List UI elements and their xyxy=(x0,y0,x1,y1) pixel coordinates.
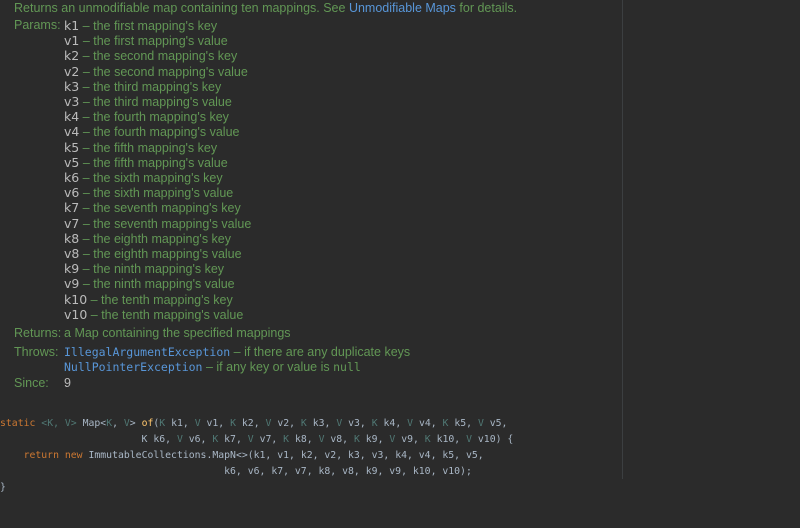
param-row: v6 – the sixth mapping's value xyxy=(64,185,233,201)
param-row: v2 – the second mapping's value xyxy=(64,64,248,80)
param-name: v4 xyxy=(64,124,80,140)
code-line-2: K k6, V v6, K k7, V v7, K k8, V v8, K k9… xyxy=(0,434,514,445)
param-row: k9 – the ninth mapping's key xyxy=(64,261,224,277)
returns-text: a Map containing the specified mappings xyxy=(64,326,291,340)
code-line-4: k6, v6, k7, v7, k8, v8, k9, v9, k10, v10… xyxy=(0,466,472,477)
unmodifiable-maps-link[interactable]: Unmodifiable Maps xyxy=(349,1,456,15)
summary-tail: for details. xyxy=(455,1,518,15)
param-name: v1 xyxy=(64,33,80,49)
param-row: k10 – the tenth mapping's key xyxy=(64,292,233,308)
params-label: Params: xyxy=(14,18,61,32)
param-row: k4 – the fourth mapping's key xyxy=(64,109,229,125)
param-row: k3 – the third mapping's key xyxy=(64,79,221,95)
param-name: v5 xyxy=(64,154,80,170)
param-name: k6 xyxy=(64,170,80,185)
throws-item-null-pointer: NullPointerException – if any key or val… xyxy=(64,360,361,374)
param-desc: – the tenth mapping's value xyxy=(87,307,244,322)
param-row: k8 – the eighth mapping's key xyxy=(64,231,231,247)
param-desc: – the first mapping's value xyxy=(79,34,228,49)
param-name: v8 xyxy=(64,246,80,261)
summary-text: Returns an unmodifiable map containing t… xyxy=(14,1,349,15)
param-desc: – the fourth mapping's key xyxy=(79,110,229,125)
param-desc: – the ninth mapping's key xyxy=(79,262,225,277)
param-desc: – the seventh mapping's value xyxy=(79,216,252,231)
param-desc: – the second mapping's key xyxy=(79,49,238,64)
code-line-5: } xyxy=(0,482,6,493)
param-desc: – the third mapping's key xyxy=(79,79,222,94)
param-name: k4 xyxy=(64,109,80,125)
illegal-argument-exception-link[interactable]: IllegalArgumentException xyxy=(64,345,230,359)
param-name: k5 xyxy=(64,139,80,155)
null-code: null xyxy=(333,360,361,374)
throws-item-illegal-argument: IllegalArgumentException – if there are … xyxy=(64,345,411,359)
param-desc: – the eighth mapping's value xyxy=(79,247,242,261)
code-editor[interactable]: Returns an unmodifiable map containing t… xyxy=(0,0,800,493)
code-line-1: static <K, V> Map<K, V> of(K k1, V v1, K… xyxy=(0,418,508,429)
param-row: v4 – the fourth mapping's value xyxy=(64,124,240,140)
param-desc: – the tenth mapping's key xyxy=(87,292,233,307)
param-desc: – the sixth mapping's value xyxy=(79,186,234,201)
param-desc: – the seventh mapping's key xyxy=(79,201,241,216)
param-row: v8 – the eighth mapping's value xyxy=(64,246,242,262)
param-row: k6 – the sixth mapping's key xyxy=(64,170,223,186)
throws-label: Throws: xyxy=(14,345,59,359)
param-name: k2 xyxy=(64,48,80,64)
param-name: k1 xyxy=(64,18,80,33)
param-desc: – the fourth mapping's value xyxy=(79,125,240,140)
doc-summary: Returns an unmodifiable map containing t… xyxy=(14,1,517,15)
param-row: v3 – the third mapping's value xyxy=(64,94,232,110)
returns-label: Returns: xyxy=(14,326,62,340)
method-name-of[interactable]: of xyxy=(142,418,154,429)
param-name: v10 xyxy=(64,306,88,322)
param-row: k7 – the seventh mapping's key xyxy=(64,200,241,216)
param-name: v9 xyxy=(64,276,80,292)
param-row: v9 – the ninth mapping's value xyxy=(64,276,235,292)
right-margin-guide xyxy=(622,0,623,479)
param-desc: – the eighth mapping's key xyxy=(79,231,231,246)
param-desc: – the sixth mapping's key xyxy=(79,171,223,185)
param-row: v7 – the seventh mapping's value xyxy=(64,216,251,232)
map-type-code: Map xyxy=(74,326,99,340)
source-code[interactable]: static <K, V> Map<K, V> of(K k1, V v1, K… xyxy=(0,400,513,528)
param-row: v1 – the first mapping's value xyxy=(64,33,228,49)
param-desc: – the ninth mapping's value xyxy=(79,277,235,292)
param-desc: – the second mapping's value xyxy=(79,64,248,79)
param-name: k9 xyxy=(64,261,80,277)
param-desc: – the first mapping's key xyxy=(79,19,218,33)
param-row: v5 – the fifth mapping's value xyxy=(64,155,228,171)
param-row: k5 – the fifth mapping's key xyxy=(64,140,217,156)
param-name: v2 xyxy=(64,63,80,79)
param-row: k2 – the second mapping's key xyxy=(64,48,237,64)
param-name: v3 xyxy=(64,94,80,109)
param-desc: – the fifth mapping's value xyxy=(79,155,228,170)
param-row: k1 – the first mapping's key xyxy=(64,18,217,34)
param-name: k8 xyxy=(64,230,80,246)
param-name: v7 xyxy=(64,215,80,231)
since-value: 9 xyxy=(64,376,71,390)
param-desc: – the fifth mapping's key xyxy=(79,140,218,155)
param-name: k7 xyxy=(64,200,80,216)
param-row: v10 – the tenth mapping's value xyxy=(64,307,243,323)
code-line-3: return new ImmutableCollections.MapN<>(k… xyxy=(0,450,484,461)
param-name: k10 xyxy=(64,291,88,307)
param-name: k3 xyxy=(64,78,80,94)
null-pointer-exception-link[interactable]: NullPointerException xyxy=(64,360,202,374)
param-desc: – the third mapping's value xyxy=(79,95,232,109)
since-label: Since: xyxy=(14,376,49,390)
param-name: v6 xyxy=(64,185,80,201)
